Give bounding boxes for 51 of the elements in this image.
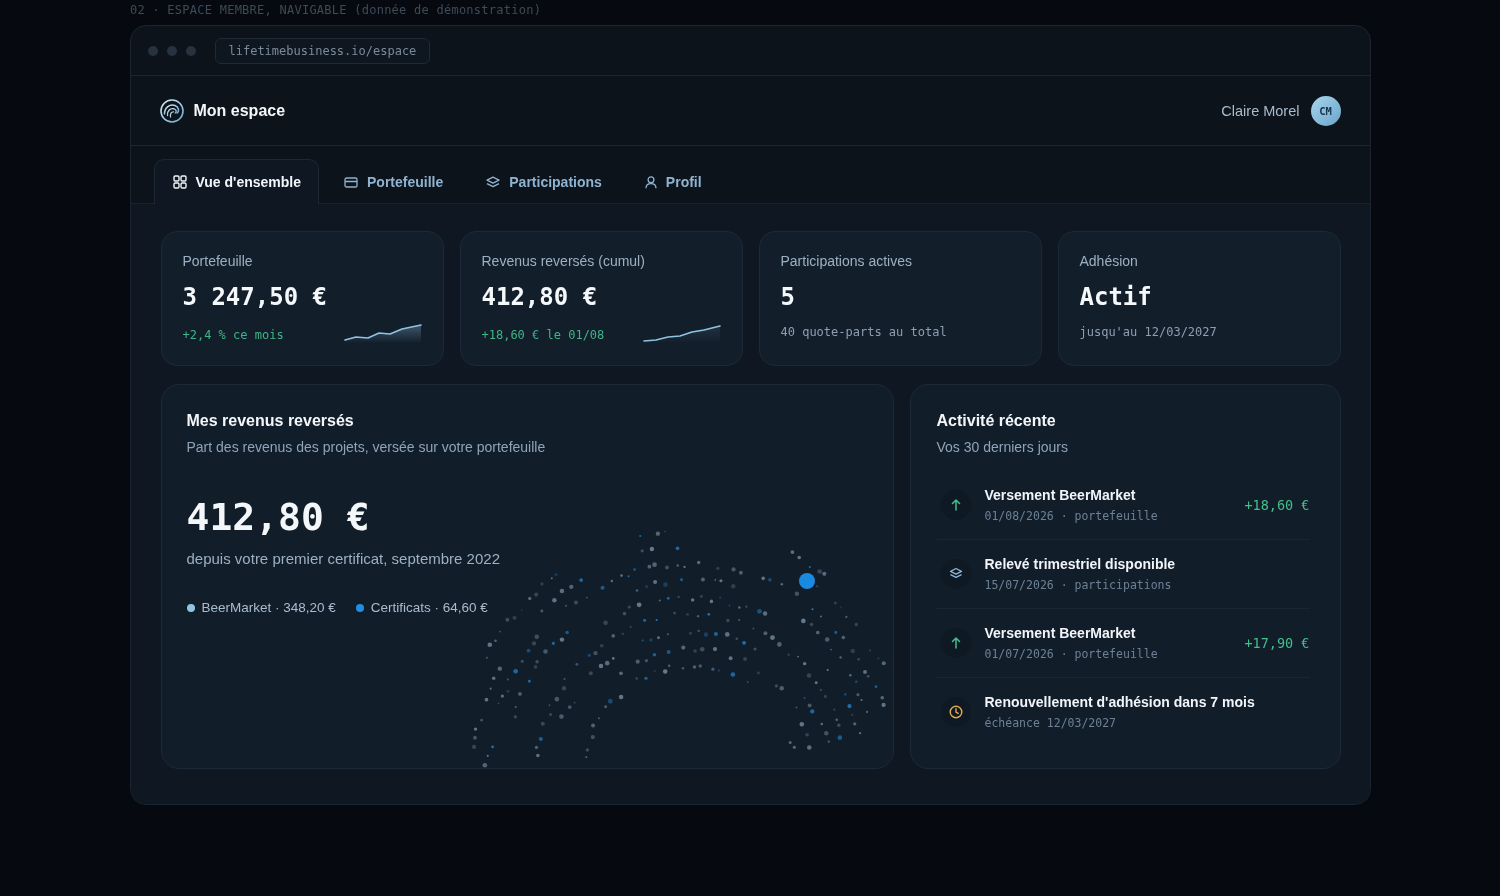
activity-title: Versement BeerMarket [984, 486, 1136, 504]
wave-logo-icon [159, 98, 184, 123]
layers-icon [940, 559, 971, 589]
panel-subtitle: Vos 30 derniers jours [936, 438, 1069, 456]
window-dot-icon[interactable] [166, 45, 177, 56]
activity-meta: 01/08/2026 · portefeuille [984, 508, 1158, 524]
address-bar[interactable]: lifetimebusiness.io/espace [214, 37, 431, 64]
activity-amount: +17,90 € [1244, 635, 1310, 651]
legend-label: BeerMarket · 348,20 € [201, 599, 336, 617]
nav-tab[interactable]: Participations [467, 159, 620, 204]
window-dot-icon[interactable] [147, 45, 158, 56]
user-name: Claire Morel [1221, 102, 1300, 119]
stat-note: 40 quote-parts au total [780, 324, 947, 340]
stat-label: Adhésion [1079, 252, 1138, 270]
stat-note: +2,4 % ce mois [182, 327, 284, 343]
section-caption: 02 · ESPACE MEMBRE, NAVIGABLE (donnée de démonstration) [130, 3, 542, 17]
activity-meta: 15/07/2026 · participations [984, 577, 1172, 593]
activity-title: Renouvellement d'adhésion dans 7 mois [984, 693, 1255, 711]
activity-meta: 01/07/2026 · portefeuille [984, 646, 1158, 662]
panel-title: Mes revenus reversés [186, 411, 354, 431]
arrow-up-icon [940, 628, 971, 658]
activity-title: Relevé trimestriel disponible [984, 555, 1176, 573]
nav-tab[interactable]: Profil [625, 159, 720, 204]
app-title: Mon espace [193, 101, 286, 120]
stat-label: Revenus reversés (cumul) [481, 252, 645, 270]
stat-value: 3 247,50 € [182, 282, 327, 312]
arrow-up-icon [940, 490, 971, 520]
nav-tab[interactable]: Portefeuille [325, 159, 462, 204]
activity-amount: +18,60 € [1244, 497, 1310, 513]
stat-note: +18,60 € le 01/08 [481, 327, 605, 343]
revenue-total: 412,80 € [186, 494, 370, 540]
layers-icon [486, 176, 501, 188]
grid-icon [172, 175, 187, 189]
window-dot-icon[interactable] [185, 45, 196, 56]
panel-title: Activité récente [936, 411, 1056, 431]
panel-subtitle: Part des revenus des projets, versée sur votre portefeuille [186, 438, 546, 456]
revenue-period: depuis votre premier certificat, septembre 2022 [186, 549, 500, 569]
nav-tab[interactable]: Vue d'ensemble [153, 159, 319, 204]
clock-icon [940, 697, 971, 727]
stat-value: Actif [1079, 282, 1152, 312]
stat-value: 5 [780, 282, 795, 312]
stat-label: Portefeuille [182, 252, 253, 270]
activity-title: Versement BeerMarket [984, 624, 1136, 642]
stat-value: 412,80 € [481, 282, 598, 312]
user-avatar[interactable]: CM [1310, 95, 1341, 126]
legend-label: Certificats · 64,60 € [370, 599, 488, 617]
stat-label: Participations actives [780, 252, 912, 270]
stat-note: jusqu'au 12/03/2027 [1079, 324, 1217, 340]
person-icon [644, 175, 657, 189]
activity-meta: échéance 12/03/2027 [984, 715, 1117, 731]
card-icon [344, 176, 358, 188]
